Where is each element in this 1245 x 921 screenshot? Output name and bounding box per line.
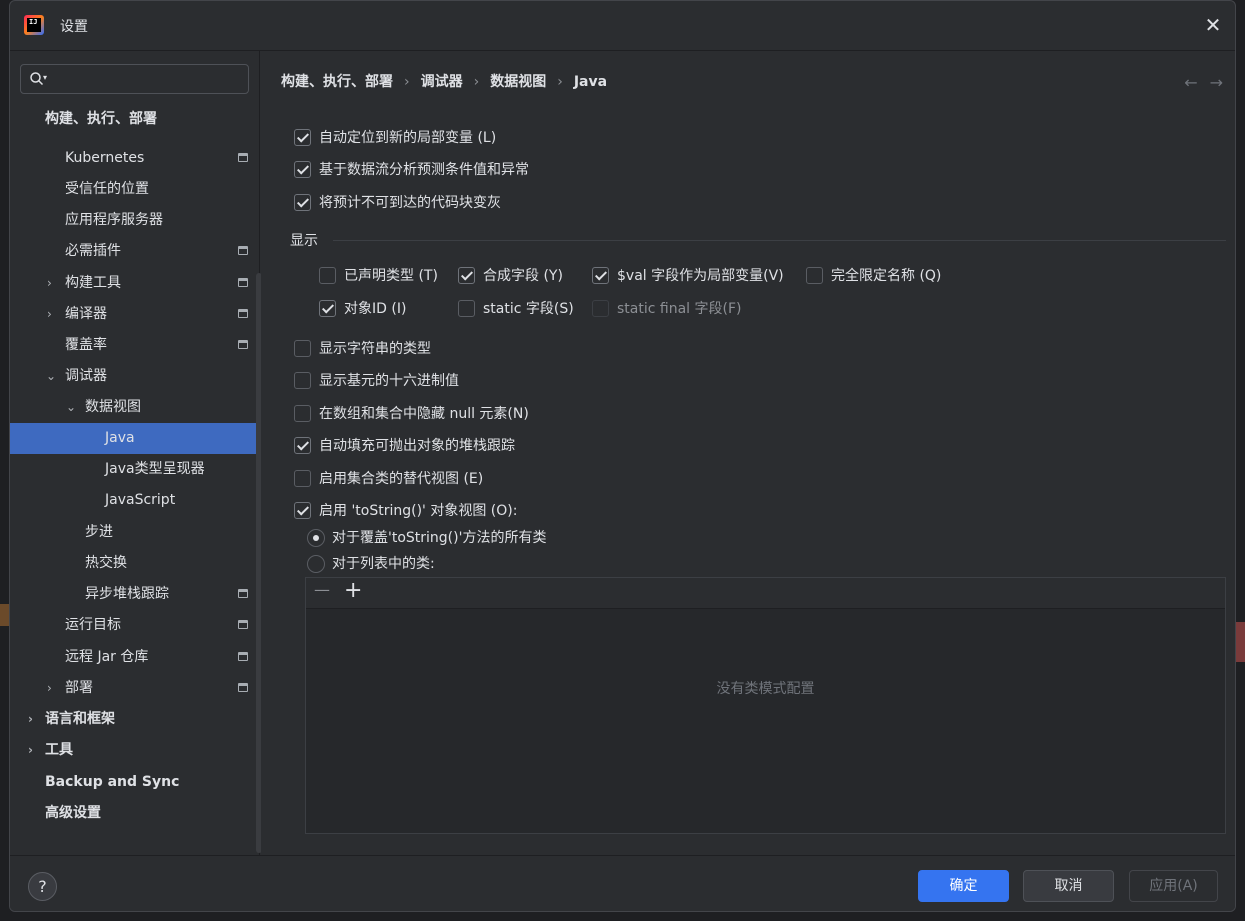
- checkbox-icon[interactable]: [294, 129, 311, 146]
- ok-button[interactable]: 确定: [918, 870, 1009, 902]
- sidebar-item-deployment[interactable]: › 部署: [10, 673, 260, 704]
- sidebar-item-async-stacktraces[interactable]: 异步堆栈跟踪: [10, 579, 260, 610]
- project-scope-icon: [238, 340, 248, 349]
- cancel-button[interactable]: 取消: [1023, 870, 1114, 902]
- chevron-down-icon[interactable]: ⌄: [46, 361, 56, 392]
- sidebar-item-coverage[interactable]: 覆盖率: [10, 330, 260, 361]
- background-editor-strip-right: [1236, 622, 1245, 662]
- project-scope-icon: [238, 278, 248, 287]
- checkbox-icon[interactable]: [294, 194, 311, 211]
- dialog-footer: ? 确定 取消 应用(A): [10, 855, 1235, 911]
- sidebar-item-app-servers[interactable]: 应用程序服务器: [10, 205, 260, 236]
- search-dropdown-icon[interactable]: ▾: [43, 73, 47, 82]
- back-arrow-icon[interactable]: ←: [1184, 73, 1197, 92]
- project-scope-icon: [238, 589, 248, 598]
- sidebar-item-debugger[interactable]: ⌄ 调试器: [10, 361, 260, 392]
- breadcrumb-item: 构建、执行、部署: [281, 74, 393, 90]
- breadcrumb-separator-icon: ›: [404, 74, 410, 90]
- project-scope-icon: [238, 246, 248, 255]
- settings-dialog: IJ 设置 ✕ ▾ 构建、执行、部署 Kubernetes 受信任的位置 应用程…: [9, 0, 1236, 912]
- breadcrumb-item: 数据视图: [490, 74, 547, 90]
- sidebar-item-build[interactable]: 构建、执行、部署: [10, 104, 260, 135]
- chevron-right-icon[interactable]: ›: [47, 299, 52, 330]
- sidebar-item-javascript[interactable]: JavaScript: [10, 485, 260, 516]
- project-scope-icon: [238, 683, 248, 692]
- intellij-logo-icon: IJ: [24, 15, 44, 35]
- project-scope-icon: [238, 153, 248, 162]
- apply-button[interactable]: 应用(A): [1129, 870, 1218, 902]
- breadcrumb-separator-icon: ›: [557, 74, 563, 90]
- radio-icon[interactable]: [307, 529, 325, 547]
- checkbox-icon[interactable]: [294, 502, 311, 519]
- breadcrumb-item: Java: [573, 74, 608, 90]
- breadcrumb-item: 调试器: [420, 74, 463, 90]
- project-scope-icon: [238, 652, 248, 661]
- sidebar-item-advanced[interactable]: 高级设置: [10, 798, 260, 829]
- chevron-right-icon[interactable]: ›: [28, 735, 33, 766]
- sidebar-item-data-views[interactable]: ⌄ 数据视图: [10, 392, 260, 423]
- chevron-right-icon[interactable]: ›: [47, 268, 52, 299]
- settings-sidebar: ▾ 构建、执行、部署 Kubernetes 受信任的位置 应用程序服务器 必需插…: [10, 51, 262, 855]
- chevron-down-icon[interactable]: ⌄: [66, 392, 76, 423]
- sidebar-item-compiler[interactable]: › 编译器: [10, 299, 260, 330]
- checkbox-icon[interactable]: [806, 267, 823, 284]
- checkbox-icon[interactable]: [294, 161, 311, 178]
- search-input[interactable]: ▾: [20, 64, 249, 94]
- sidebar-item-java-type-renderers[interactable]: Java类型呈现器: [10, 454, 260, 485]
- dialog-title: 设置: [60, 19, 88, 35]
- empty-list-text: 没有类模式配置: [716, 681, 815, 697]
- checkbox-icon[interactable]: [592, 267, 609, 284]
- sidebar-item-tools[interactable]: › 工具: [10, 735, 260, 766]
- settings-content: 构建、执行、部署 › 调试器 › 数据视图 › Java ← → 自动定位到新的局部变量 (L…: [261, 51, 1235, 855]
- sidebar-item-stepping[interactable]: 步进: [10, 517, 260, 548]
- breadcrumb-separator-icon: ›: [473, 74, 480, 90]
- nav-arrows: ← →: [1172, 73, 1223, 92]
- sidebar-item-required-plugins[interactable]: 必需插件: [10, 236, 260, 267]
- list-toolbar: — +: [306, 578, 1225, 609]
- remove-icon[interactable]: —: [314, 580, 330, 599]
- checkbox-icon[interactable]: [592, 300, 609, 317]
- sidebar-item-trusted[interactable]: 受信任的位置: [10, 174, 260, 205]
- checkbox-icon[interactable]: [294, 437, 311, 454]
- chevron-right-icon[interactable]: ›: [28, 704, 33, 735]
- checkbox-icon[interactable]: [319, 267, 336, 284]
- checkbox-icon[interactable]: [319, 300, 336, 317]
- chevron-right-icon[interactable]: ›: [47, 673, 52, 704]
- checkbox-icon[interactable]: [458, 267, 475, 284]
- radio-icon[interactable]: [307, 555, 325, 573]
- help-button[interactable]: ?: [28, 872, 57, 901]
- class-pattern-list[interactable]: — + 没有类模式配置: [305, 577, 1226, 834]
- sidebar-item-java[interactable]: Java: [10, 423, 260, 454]
- sidebar-item-languages[interactable]: › 语言和框架: [10, 704, 260, 735]
- checkbox-icon[interactable]: [294, 405, 311, 422]
- checkbox-icon[interactable]: [458, 300, 475, 317]
- sidebar-item-backup-sync[interactable]: Backup and Sync: [10, 767, 260, 798]
- display-section-title: 显示: [290, 233, 318, 249]
- background-editor-strip: [0, 604, 9, 626]
- checkbox-icon[interactable]: [294, 372, 311, 389]
- sidebar-item-hotswap[interactable]: 热交换: [10, 548, 260, 579]
- add-icon[interactable]: +: [344, 578, 362, 603]
- project-scope-icon: [238, 309, 248, 318]
- forward-arrow-icon[interactable]: →: [1210, 73, 1223, 92]
- section-divider: [333, 240, 1226, 241]
- sidebar-item-build-tools[interactable]: › 构建工具: [10, 268, 260, 299]
- sidebar-item-run-targets[interactable]: 运行目标: [10, 610, 260, 641]
- checkbox-icon[interactable]: [294, 340, 311, 357]
- project-scope-icon: [238, 620, 248, 629]
- close-button[interactable]: ✕: [1201, 13, 1225, 37]
- breadcrumb: 构建、执行、部署 › 调试器 › 数据视图 › Java: [281, 71, 607, 91]
- sidebar-item-kubernetes[interactable]: Kubernetes: [10, 143, 260, 174]
- checkbox-icon[interactable]: [294, 470, 311, 487]
- title-bar: IJ 设置 ✕: [10, 1, 1235, 51]
- sidebar-item-remote-jar[interactable]: 远程 Jar 仓库: [10, 642, 260, 673]
